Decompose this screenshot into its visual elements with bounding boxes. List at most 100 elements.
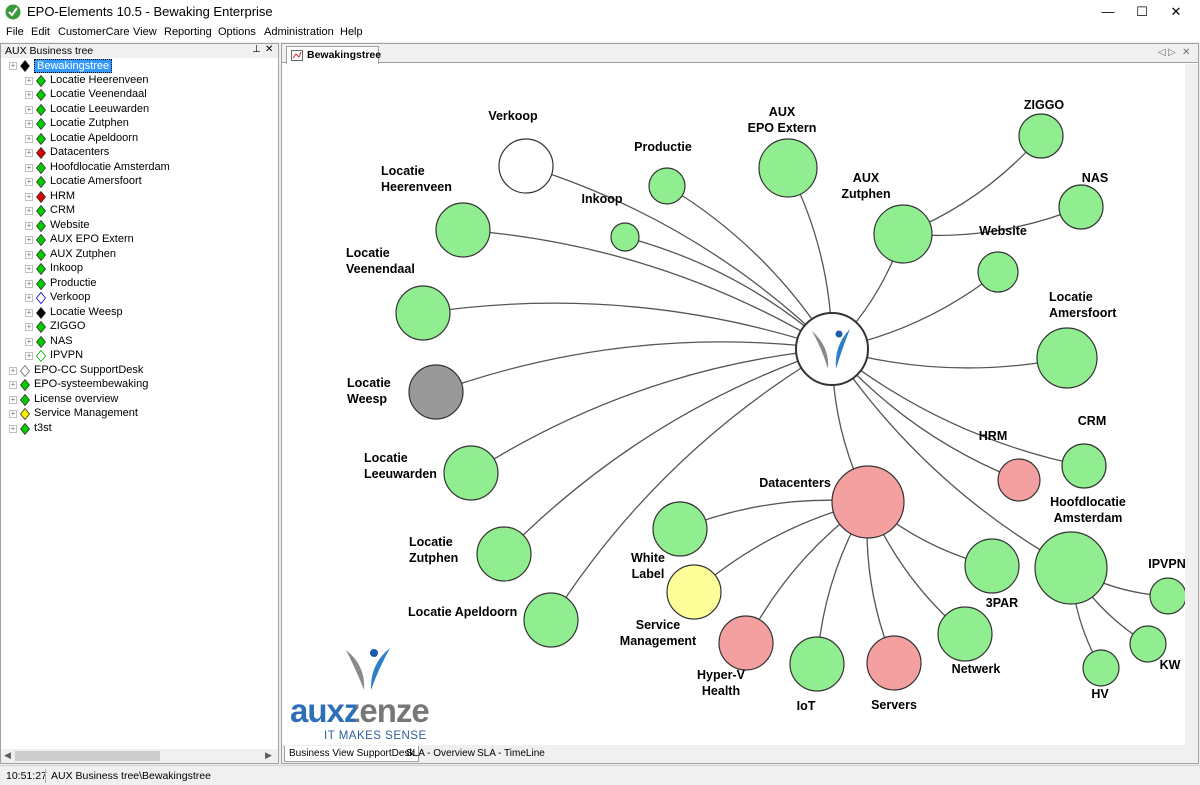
expand-icon[interactable]: + bbox=[25, 352, 33, 360]
close-button[interactable]: ✕ bbox=[1153, 0, 1199, 24]
expand-icon[interactable]: + bbox=[25, 163, 33, 172]
expand-icon[interactable]: + bbox=[9, 395, 17, 404]
tab-sla-timeline[interactable]: SLA - TimeLine bbox=[473, 746, 549, 762]
node-circle[interactable] bbox=[718, 615, 774, 671]
node-circle[interactable] bbox=[395, 285, 451, 341]
node-circle[interactable] bbox=[652, 501, 708, 557]
tab-scroll-left-icon[interactable]: ◁ bbox=[1158, 47, 1166, 58]
node-aux-epo-extern[interactable]: AUX EPO Extern bbox=[748, 105, 818, 198]
expand-icon[interactable]: + bbox=[25, 192, 33, 201]
node-circle[interactable] bbox=[1149, 577, 1185, 615]
node-ziggo[interactable]: ZIGGO bbox=[1018, 98, 1064, 159]
expand-icon[interactable]: + bbox=[25, 337, 33, 346]
node-aux-zutphen[interactable]: AUX Zutphen bbox=[841, 171, 933, 264]
expand-icon[interactable]: + bbox=[25, 294, 33, 302]
node-servers[interactable]: Servers bbox=[866, 635, 922, 712]
node-3par[interactable]: 3PAR bbox=[964, 538, 1020, 610]
menu-help[interactable]: Help bbox=[340, 26, 363, 38]
node-circle[interactable] bbox=[1034, 531, 1108, 605]
scrollbar-thumb[interactable] bbox=[15, 751, 160, 761]
node-kw[interactable]: KW bbox=[1129, 625, 1181, 672]
menu-options[interactable]: Options bbox=[218, 26, 256, 38]
tab-business-view-supportdesk[interactable]: Business View SupportDesk bbox=[284, 746, 420, 762]
node-website[interactable]: Website bbox=[977, 224, 1027, 293]
node-circle[interactable] bbox=[831, 465, 905, 539]
expand-icon[interactable]: + bbox=[9, 410, 17, 418]
node-circle[interactable] bbox=[523, 592, 579, 648]
expand-icon[interactable]: + bbox=[25, 221, 33, 230]
tab-bewakingstree[interactable]: Bewakingstree bbox=[286, 46, 381, 64]
expand-icon[interactable]: + bbox=[25, 265, 33, 273]
scroll-right-icon[interactable]: ▶ bbox=[265, 750, 272, 761]
node-circle[interactable] bbox=[435, 202, 491, 258]
menu-administration[interactable]: Administration bbox=[264, 26, 334, 38]
node-circle[interactable] bbox=[1058, 184, 1104, 230]
expand-icon[interactable]: + bbox=[25, 149, 33, 157]
node-circle[interactable] bbox=[408, 364, 464, 420]
expand-icon[interactable]: + bbox=[25, 134, 33, 143]
menu-reporting[interactable]: Reporting bbox=[164, 26, 212, 38]
node-hyper-v-health[interactable]: Hyper-V Health bbox=[697, 615, 774, 698]
node-productie[interactable]: Productie bbox=[634, 140, 692, 205]
node-circle[interactable] bbox=[866, 635, 922, 691]
expand-icon[interactable]: + bbox=[9, 424, 17, 433]
expand-icon[interactable]: + bbox=[25, 308, 33, 317]
node-circle[interactable] bbox=[1082, 649, 1120, 687]
node-circle[interactable] bbox=[648, 167, 686, 205]
node-locatie-apeldoorn[interactable]: Locatie Apeldoorn bbox=[408, 592, 579, 648]
node-datacenters[interactable]: Datacenters bbox=[759, 465, 905, 539]
node-inkoop[interactable]: Inkoop bbox=[582, 192, 640, 252]
node-crm[interactable]: CRM bbox=[1061, 414, 1107, 489]
pin-icon[interactable]: ⊥ bbox=[252, 44, 261, 55]
node-iot[interactable]: IoT bbox=[789, 636, 845, 713]
node-locatie-veenendaal[interactable]: Locatie Veenendaal bbox=[346, 246, 451, 341]
menu-view[interactable]: View bbox=[133, 26, 157, 38]
expand-icon[interactable]: + bbox=[9, 381, 17, 389]
node-circle[interactable] bbox=[873, 204, 933, 264]
tab-close-icon[interactable]: ✕ bbox=[1182, 47, 1190, 58]
expand-icon[interactable]: + bbox=[9, 366, 17, 375]
node-circle[interactable] bbox=[666, 564, 722, 620]
expand-icon[interactable]: + bbox=[25, 236, 33, 244]
menu-file[interactable]: File bbox=[6, 26, 24, 38]
tab-sla-overview[interactable]: SLA - Overview bbox=[402, 746, 479, 762]
node-circle[interactable] bbox=[476, 526, 532, 582]
vertical-scrollbar[interactable] bbox=[1185, 64, 1198, 745]
expand-icon[interactable]: + bbox=[9, 62, 17, 70]
node-circle[interactable] bbox=[789, 636, 845, 692]
node-circle[interactable] bbox=[964, 538, 1020, 594]
node-circle[interactable] bbox=[610, 222, 640, 252]
node-ipvpn[interactable]: IPVPN bbox=[1148, 557, 1185, 615]
node-circle[interactable] bbox=[937, 606, 993, 662]
menu-customercare[interactable]: CustomerCare bbox=[58, 26, 130, 38]
menu-edit[interactable]: Edit bbox=[31, 26, 50, 38]
node-locatie-leeuwarden[interactable]: Locatie Leeuwarden bbox=[364, 445, 499, 501]
node-hoofdlocatie-amsterdam[interactable]: Hoofdlocatie Amsterdam bbox=[1034, 495, 1126, 605]
node-center[interactable] bbox=[795, 312, 869, 386]
expand-icon[interactable]: + bbox=[25, 178, 33, 186]
node-circle[interactable] bbox=[498, 138, 554, 194]
node-locatie-weesp[interactable]: Locatie Weesp bbox=[347, 364, 464, 420]
node-circle[interactable] bbox=[1036, 327, 1098, 389]
panel-close-icon[interactable]: ✕ bbox=[265, 44, 273, 55]
node-verkoop[interactable]: Verkoop bbox=[488, 109, 554, 194]
expand-icon[interactable]: + bbox=[25, 207, 33, 215]
horizontal-scrollbar[interactable]: ◀ ▶ bbox=[1, 749, 278, 763]
node-locatie-heerenveen[interactable]: Locatie Heerenveen bbox=[381, 164, 491, 258]
node-circle[interactable] bbox=[1018, 113, 1064, 159]
node-circle[interactable] bbox=[997, 458, 1041, 502]
expand-icon[interactable]: + bbox=[25, 323, 33, 331]
expand-icon[interactable]: + bbox=[25, 105, 33, 114]
node-locatie-zutphen[interactable]: Locatie Zutphen bbox=[409, 526, 532, 582]
scroll-left-icon[interactable]: ◀ bbox=[4, 750, 11, 761]
expand-icon[interactable]: + bbox=[25, 76, 33, 85]
tab-scroll-right-icon[interactable]: ▷ bbox=[1168, 47, 1176, 58]
expand-icon[interactable]: + bbox=[25, 120, 33, 128]
node-netwerk[interactable]: Netwerk bbox=[937, 606, 1000, 676]
node-circle[interactable] bbox=[977, 251, 1019, 293]
node-circle[interactable] bbox=[443, 445, 499, 501]
expand-icon[interactable]: + bbox=[25, 91, 33, 99]
node-circle[interactable] bbox=[758, 138, 818, 198]
node-hv[interactable]: HV bbox=[1082, 649, 1120, 701]
node-circle[interactable] bbox=[1061, 443, 1107, 489]
